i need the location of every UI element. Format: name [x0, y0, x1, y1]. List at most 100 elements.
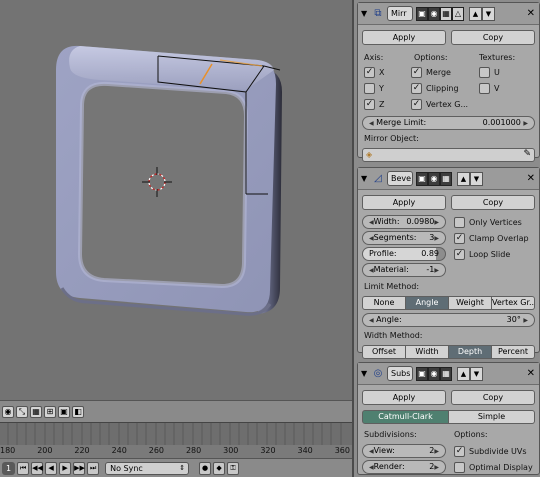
- merge-checkbox[interactable]: ✓: [411, 67, 422, 78]
- modifier-name-field[interactable]: Mirr: [387, 6, 413, 21]
- angle-field[interactable]: ◀ Angle: 30° ▶: [362, 313, 535, 327]
- copy-button[interactable]: Copy: [451, 30, 535, 45]
- 3d-viewport[interactable]: [0, 0, 352, 400]
- collapse-icon[interactable]: ▼: [361, 9, 369, 18]
- axis-z-checkbox[interactable]: ✓: [364, 99, 375, 110]
- move-down-icon[interactable]: ▼: [482, 6, 495, 21]
- record-icon[interactable]: ●: [199, 461, 212, 475]
- edit-mode-icon[interactable]: ▦: [440, 366, 452, 381]
- apply-button[interactable]: Apply: [362, 30, 446, 45]
- move-up-icon[interactable]: ▲: [457, 171, 470, 186]
- limit-method-selector: None Angle Weight Vertex Gr...: [362, 296, 535, 310]
- segments-field[interactable]: ◀Segments: 3▶: [362, 231, 446, 245]
- apply-button[interactable]: Apply: [362, 390, 446, 405]
- timeline[interactable]: 180 200 220 240 260 280 300 320 340 360: [0, 422, 352, 459]
- material-field[interactable]: ◀Material: -1▶: [362, 263, 446, 277]
- move-up-icon[interactable]: ▲: [469, 6, 482, 21]
- sync-dropdown[interactable]: No Sync: [105, 461, 190, 475]
- angle-value: 30°: [506, 315, 521, 324]
- play-icon[interactable]: ▶: [59, 461, 72, 475]
- mirror-modifier-icon: ⧉: [374, 7, 382, 19]
- limit-vertex-group-option[interactable]: Vertex Gr...: [492, 296, 535, 310]
- optimal-display-checkbox[interactable]: [454, 462, 465, 473]
- axis-y-checkbox[interactable]: [364, 83, 375, 94]
- clipping-checkbox[interactable]: ✓: [411, 83, 422, 94]
- copy-button[interactable]: Copy: [451, 195, 535, 210]
- jump-start-icon[interactable]: ⏮: [17, 461, 30, 475]
- tick-label: 200: [37, 446, 53, 455]
- edit-mode-icon[interactable]: ▦: [440, 171, 452, 186]
- render-icon[interactable]: ▣: [416, 366, 428, 381]
- keyframe-icon[interactable]: ⚿: [227, 461, 240, 475]
- copy-button[interactable]: Copy: [451, 390, 535, 405]
- width-depth-option[interactable]: Depth: [449, 345, 492, 359]
- modifier-name-field[interactable]: Beve: [387, 171, 413, 186]
- render-levels-field[interactable]: ◀Render: 2▶: [362, 460, 446, 474]
- pivot-icon[interactable]: ◉: [2, 405, 14, 418]
- prev-keyframe-icon[interactable]: ◀◀: [31, 461, 44, 475]
- merge-limit-label: Merge Limit:: [376, 118, 427, 127]
- axis-x-checkbox[interactable]: ✓: [364, 67, 375, 78]
- move-down-icon[interactable]: ▼: [470, 366, 483, 381]
- tick-label: 260: [148, 446, 165, 455]
- options-label: Options:: [454, 430, 488, 439]
- render-icon[interactable]: ▣: [416, 6, 428, 21]
- loop-slide-checkbox[interactable]: ✓: [454, 249, 465, 260]
- texture-v-checkbox[interactable]: [479, 83, 490, 94]
- eyedropper-icon[interactable]: ✎: [523, 149, 531, 159]
- move-up-icon[interactable]: ▲: [457, 366, 470, 381]
- width-percent-option[interactable]: Percent: [492, 345, 535, 359]
- modifier-name-field[interactable]: Subs: [387, 366, 413, 381]
- keying-set-icon[interactable]: ◆: [213, 461, 226, 475]
- subsurf-modifier: ▼ ◎ Subs ▣ ◉ ▦ ▲ ▼ ✕ Apply Copy Catmull-…: [357, 362, 540, 475]
- merge-limit-value: 0.001000: [482, 118, 521, 127]
- merge-label: Merge: [426, 68, 451, 77]
- viewport-display-icon[interactable]: ◉: [428, 366, 440, 381]
- width-field[interactable]: ◀Width: 0.0980▶: [362, 215, 446, 229]
- view-levels-field[interactable]: ◀View: 2▶: [362, 444, 446, 458]
- limit-none-option[interactable]: None: [362, 296, 406, 310]
- segments-label: Segments:: [373, 233, 417, 242]
- catmull-clark-option[interactable]: Catmull-Clark: [362, 410, 449, 424]
- snap-icon[interactable]: ⊞: [44, 405, 56, 418]
- limit-angle-option[interactable]: Angle: [406, 296, 449, 310]
- viewport-display-icon[interactable]: ◉: [428, 171, 440, 186]
- close-icon[interactable]: ✕: [527, 8, 535, 19]
- limit-weight-option[interactable]: Weight: [449, 296, 492, 310]
- width-width-option[interactable]: Width: [406, 345, 449, 359]
- jump-end-icon[interactable]: ⏭: [87, 461, 100, 475]
- current-frame-field[interactable]: 1: [2, 461, 16, 475]
- viewport-display-icon[interactable]: ◉: [428, 6, 440, 21]
- camera-icon[interactable]: ◧: [72, 405, 84, 418]
- cage-icon[interactable]: △: [452, 6, 464, 21]
- only-vertices-checkbox[interactable]: [454, 217, 465, 228]
- layers-icon[interactable]: ▦: [30, 405, 42, 418]
- texture-u-checkbox[interactable]: [479, 67, 490, 78]
- close-icon[interactable]: ✕: [527, 173, 535, 184]
- mirror-object-field[interactable]: ◈ ✎: [362, 148, 535, 162]
- render-icon[interactable]: ▣: [416, 171, 428, 186]
- manipulator-icon[interactable]: ⤡: [16, 405, 28, 418]
- axis-y-label: Y: [379, 84, 384, 93]
- subdivide-uvs-checkbox[interactable]: ✓: [454, 446, 465, 457]
- play-reverse-icon[interactable]: ◀: [45, 461, 58, 475]
- width-offset-option[interactable]: Offset: [362, 345, 406, 359]
- vertex-groups-checkbox[interactable]: ✓: [411, 99, 422, 110]
- clamp-overlap-checkbox[interactable]: ✓: [454, 233, 465, 244]
- next-keyframe-icon[interactable]: ▶▶: [73, 461, 86, 475]
- simple-option[interactable]: Simple: [449, 410, 535, 424]
- merge-limit-field[interactable]: ◀ Merge Limit: 0.001000 ▶: [362, 116, 535, 130]
- profile-slider[interactable]: Profile: 0.89: [362, 247, 446, 261]
- edit-mode-icon[interactable]: ▦: [440, 6, 452, 21]
- mirror-object-label: Mirror Object:: [364, 134, 419, 143]
- vertex-groups-label: Vertex G...: [426, 100, 469, 109]
- textures-label: Textures:: [479, 53, 516, 62]
- object-icon: ◈: [366, 150, 373, 159]
- render-preview-icon[interactable]: ▣: [58, 405, 70, 418]
- collapse-icon[interactable]: ▼: [361, 369, 369, 378]
- apply-button[interactable]: Apply: [362, 195, 446, 210]
- move-down-icon[interactable]: ▼: [470, 171, 483, 186]
- collapse-icon[interactable]: ▼: [361, 174, 369, 183]
- close-icon[interactable]: ✕: [527, 368, 535, 379]
- visibility-toggles: ▣ ◉ ▦: [416, 366, 452, 381]
